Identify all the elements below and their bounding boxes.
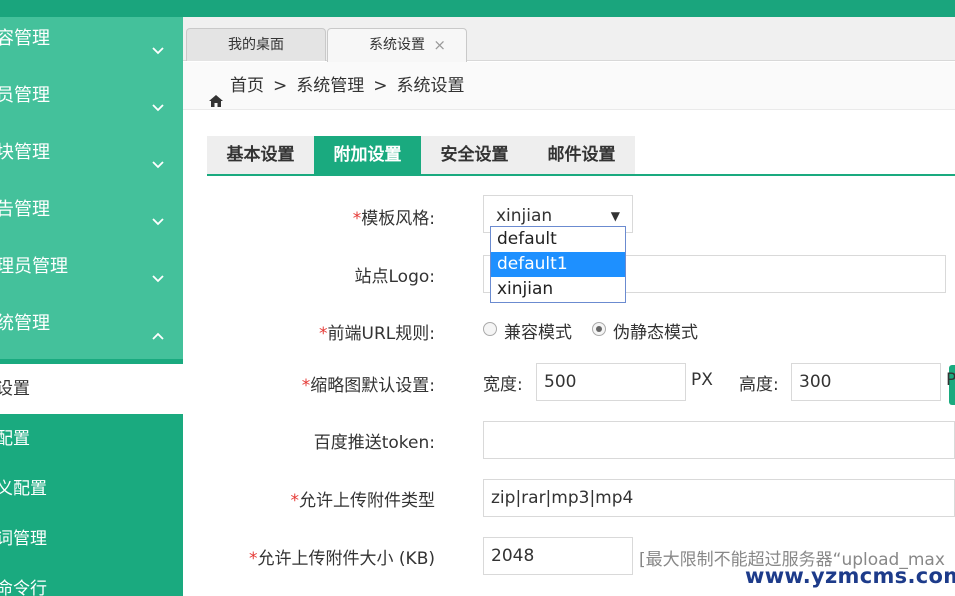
thumb-width-input[interactable]: 500 [536,363,686,401]
site-logo-label: 站点Logo: [354,267,436,287]
sidebar-group-label: 员管理 [0,85,50,106]
sidebar-group-label: 容管理 [0,28,50,49]
sidebar-item-keywords[interactable]: 词管理 [0,514,183,564]
main-area: 我的桌面 系统设置 × 首页 > 系统管理 > 系统设置 基本设置 附加设置 安全设置 … [183,17,955,596]
baidu-token-label: 百度推送token: [313,433,435,453]
sidebar-item-label: 命令行 [0,579,47,596]
tab-label: 系统设置 [369,37,425,53]
thumbnail-label: *缩略图默认设置: [301,376,435,396]
baidu-token-input[interactable] [483,421,955,459]
radio-pseudo-static-mode[interactable] [592,322,606,336]
tab-label: 我的桌面 [228,37,284,53]
close-icon[interactable]: × [433,29,446,62]
thumb-height-input[interactable]: 300 [791,363,941,401]
tab-bar: 我的桌面 系统设置 × [183,17,955,62]
template-style-dropdown: default default1 xinjian [490,226,626,303]
pseudo-static-mode-label: 伪静态模式 [613,323,698,343]
breadcrumb-separator: > [373,76,388,96]
upload-types-input[interactable]: zip|rar|mp3|mp4 [483,479,955,517]
template-style-label: *模板风格: [352,209,435,229]
template-style-value: xinjian [496,206,553,226]
upload-size-label: *允许上传附件大小 (KB) [249,549,435,569]
tab-basic-settings[interactable]: 基本设置 [207,136,314,174]
settings-content: 基本设置 附加设置 安全设置 邮件设置 *模板风格: xinjian ▼ def… [183,111,955,596]
sidebar-group-module[interactable]: 块管理 [0,131,183,188]
chevron-down-icon [151,202,164,226]
top-bar [0,0,955,17]
tabs-underline [207,174,955,176]
tab-mail-settings[interactable]: 邮件设置 [528,136,635,174]
option-default1[interactable]: default1 [491,252,625,277]
sidebar-group-label: 统管理 [0,313,50,334]
compat-mode-label: 兼容模式 [504,323,572,343]
chevron-down-icon [151,31,164,55]
height-label: 高度: [739,375,779,395]
sidebar-group-label: 告管理 [0,199,50,220]
sidebar-group-system[interactable]: 统管理 [0,302,183,359]
width-label: 宽度: [483,375,523,395]
sidebar-item-label: 义配置 [0,479,47,499]
sidebar-group-ads[interactable]: 告管理 [0,188,183,245]
sidebar-item-settings[interactable]: 设置 [0,364,183,414]
breadcrumb-level1[interactable]: 系统管理 [296,76,364,96]
watermark-text: www.yzmcms.com [745,564,955,588]
chevron-down-icon [151,88,164,112]
sidebar-item-label: 配置 [0,429,30,449]
sidebar-group-member[interactable]: 员管理 [0,74,183,131]
height-unit: P [946,370,955,390]
sidebar-group-label: 块管理 [0,142,50,163]
chevron-down-icon [151,259,164,283]
breadcrumb-separator: > [273,76,288,96]
sidebar-group-content[interactable]: 容管理 [0,17,183,74]
breadcrumb: 首页 > 系统管理 > 系统设置 [183,62,955,110]
tab-extra-settings[interactable]: 附加设置 [314,136,421,174]
sidebar-item-label: 词管理 [0,529,47,549]
sidebar-item-custom-config[interactable]: 义配置 [0,464,183,514]
radio-compat-mode[interactable] [483,322,497,336]
upload-types-label: *允许上传附件类型 [290,491,436,511]
width-unit: PX [691,370,713,390]
sidebar-group-label: 理员管理 [0,256,68,277]
sidebar: 容管理 员管理 块管理 告管理 理员管理 统管理 设置 配置 义配置 词管理 命… [0,17,183,596]
sidebar-item-command-line[interactable]: 命令行 [0,564,183,596]
upload-size-input[interactable]: 2048 [483,537,633,575]
chevron-down-icon [151,145,164,169]
tab-system-settings[interactable]: 系统设置 × [327,28,467,62]
breadcrumb-home[interactable]: 首页 [230,76,264,96]
chevron-up-icon [151,316,164,340]
sidebar-group-admin[interactable]: 理员管理 [0,245,183,302]
sidebar-item-label: 设置 [0,379,30,399]
option-xinjian[interactable]: xinjian [491,277,625,302]
tab-security-settings[interactable]: 安全设置 [421,136,528,174]
url-rule-label: *前端URL规则: [319,324,435,344]
breadcrumb-level2: 系统设置 [396,76,465,96]
tab-my-desktop[interactable]: 我的桌面 [186,28,326,61]
sidebar-item-config[interactable]: 配置 [0,414,183,464]
option-default[interactable]: default [491,227,625,252]
